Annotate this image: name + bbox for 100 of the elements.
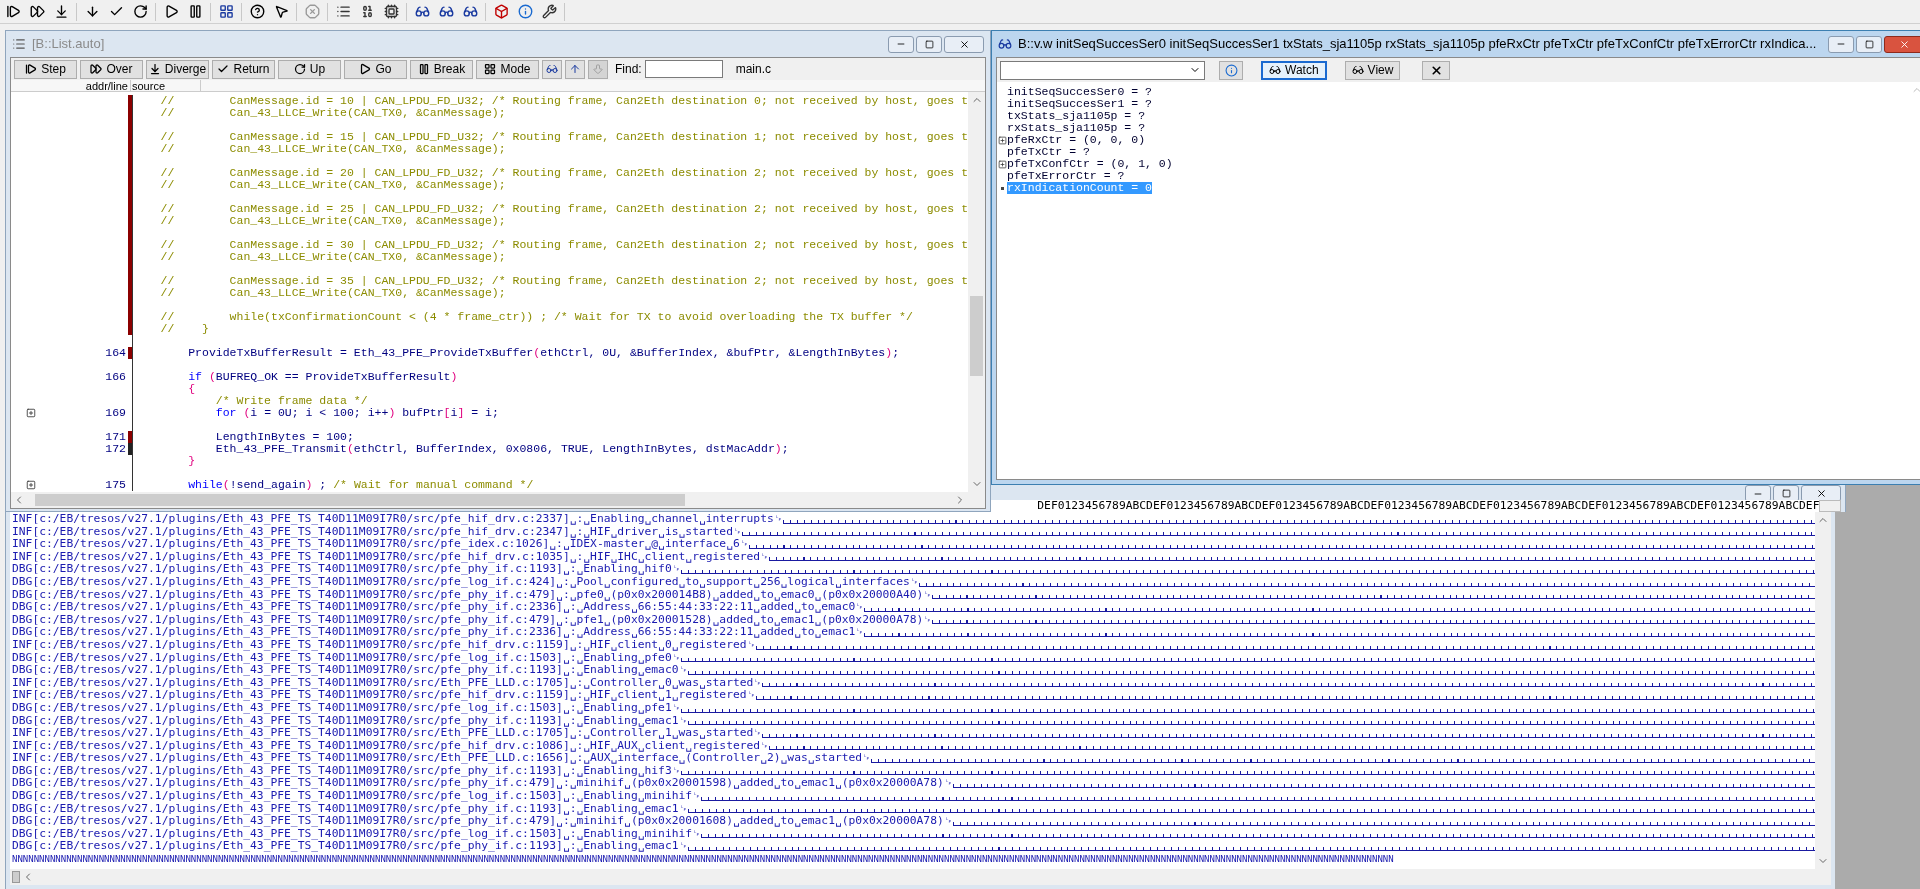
log-line: DBG[c:/EB/tresos/v27.1/plugins/Eth_43_PFE_TS_T40D11M09I7R0/src/pfe_phy_if.c:1193]␣:␣Enabling␣hif0␊ [12, 563, 681, 576]
watch-variable[interactable]: initSeqSuccesSer0 = ? [1007, 86, 1152, 98]
watch-variable[interactable]: pfeTxCtr = ? [1007, 146, 1090, 158]
delete-button[interactable] [1422, 60, 1451, 80]
watch-variable[interactable]: pfeTxErrorCtr = ? [1007, 170, 1125, 182]
code-line: // Can_43_LLCE_Write(CAN_TX0, &CanMessage); [159, 107, 506, 119]
delete-icon [1429, 63, 1443, 77]
glasses-icon [1269, 64, 1282, 76]
stop-icon[interactable] [304, 4, 320, 19]
close-icon [958, 38, 970, 50]
window-title: B::v.w initSeqSuccesSer0 initSeqSuccesSer1 txStats_sja1105p rxStats_sja1105p pfeRxCtr pfeTxCtr pfeTxConfCtr pfeTxErrorCtr rxIndica... [1018, 35, 1817, 54]
icon-button[interactable] [565, 59, 585, 79]
info-icon[interactable] [517, 4, 533, 19]
watch-variable[interactable]: txStats_sja1105p = ? [1007, 110, 1146, 122]
play-icon[interactable] [163, 4, 179, 19]
code-line: // Can_43_LLCE_Write(CAN_TX0, &CanMessage); [159, 251, 506, 263]
toolbar-button[interactable]: View [1344, 60, 1401, 80]
line-number: 164 [105, 346, 126, 359]
glasses-icon [546, 63, 558, 75]
log-line: DBG[c:/EB/tresos/v27.1/plugins/Eth_43_PFE_TS_T40D11M09I7R0/src/pfe_phy_if.c:479]␣:␣minihif␣(p0x0x20001608)␣added␣to␣emac1␣(p0x0x20000A78)␊ [12, 815, 953, 828]
pause-icon[interactable] [187, 4, 203, 19]
wrench-icon[interactable] [541, 4, 557, 19]
code-line: { [187, 383, 196, 395]
fast-forward-icon[interactable] [29, 4, 45, 19]
grid-icon[interactable] [218, 4, 234, 19]
code-line: // Can_43_LLCE_Write(CAN_TX0, &CanMessage); [159, 179, 506, 191]
code-line: // } [159, 323, 209, 335]
log-line: DBG[c:/EB/tresos/v27.1/plugins/Eth_43_PFE_TS_T40D11M09I7R0/src/pfe_phy_if.c:2336]␣:␣Address␣66:55:44:33:22:11␣added␣to␣emac0␊ [12, 601, 865, 614]
toolbar-button[interactable]: Go [344, 59, 407, 79]
scroll-thumb[interactable] [970, 296, 984, 376]
horizontal-scrollbar[interactable] [10, 869, 1831, 885]
line-number: 175 [105, 478, 126, 491]
cube-icon[interactable] [493, 4, 509, 19]
window-icon [12, 37, 26, 51]
list-icon[interactable] [335, 4, 351, 19]
expand-icon[interactable] [997, 159, 1007, 169]
toolbar-button[interactable]: Up [278, 59, 341, 79]
log-line: DBG[c:/EB/tresos/v27.1/plugins/Eth_43_PFE_TS_T40D11M09I7R0/src/pfe_log_if.c:424]␣:␣Pool␣configured␣to␣support␣256␣logical␣interfaces␊ [12, 575, 919, 588]
glasses-icon[interactable] [438, 4, 454, 19]
toolbar-button[interactable]: Mode [476, 59, 539, 79]
scroll-thumb[interactable] [35, 494, 685, 506]
code-line: } [187, 455, 196, 467]
expression-dropdown[interactable] [1000, 60, 1206, 80]
code-line: ProvideTxBufferResult = Eth_43_PFE_ProvideTxBuffer(ethCtrl, 0U, &BufferIndex, &bufPtr, &LengthInBytes); [187, 347, 900, 359]
log-line: INF[c:/EB/tresos/v27.1/plugins/Eth_43_PFE_TS_T40D11M09I7R0/src/pfe_hif_drv.c:2347]␣:␣HIF␣driver␣is␣started␊ [12, 525, 742, 538]
expand-icon[interactable] [997, 135, 1007, 145]
minimize-button[interactable] [1745, 485, 1772, 502]
toolbar-button[interactable]: Over [80, 59, 143, 79]
log-line: DBG[c:/EB/tresos/v27.1/plugins/Eth_43_PFE_TS_T40D11M09I7R0/src/pfe_phy_if.c:1193]␣:␣Enabling␣emac1␊ [12, 714, 688, 727]
chip-icon[interactable] [383, 4, 399, 19]
expand-icon[interactable] [26, 408, 36, 418]
line-number: 166 [105, 370, 126, 383]
watch-variable[interactable]: pfeRxCtr = (0, 0, 0) [1007, 134, 1146, 146]
toolbar-button[interactable]: Watch [1261, 60, 1327, 80]
expand-icon[interactable] [26, 480, 36, 490]
scroll-thumb[interactable] [12, 871, 20, 883]
vertical-scrollbar[interactable] [968, 92, 986, 492]
log-line: INF[c:/EB/tresos/v27.1/plugins/Eth_43_PFE_TS_T40D11M09I7R0/src/Eth_PFE_LLD.c:1705]␣:␣Controller␣1␣was␣started␊ [12, 727, 763, 740]
column-header[interactable]: addr/line [11, 80, 131, 91]
rotate-icon [293, 63, 306, 75]
maximize-button[interactable] [1773, 485, 1800, 502]
glasses-icon [1351, 64, 1364, 76]
pointer-icon[interactable] [273, 4, 289, 19]
watch-variable[interactable]: initSeqSuccesSer1 = ? [1007, 98, 1152, 110]
code-line: // CanMessage.id = 15 | CAN_LPDU_FD_U32; /* Routing frame, Can2Eth destination 1; not received by host, goes t [159, 131, 969, 143]
icon-button[interactable] [542, 59, 562, 79]
info-button[interactable] [1219, 60, 1244, 80]
close-button[interactable] [1801, 485, 1842, 502]
arrow-down-to-line-icon [148, 63, 161, 75]
arrow-down-icon[interactable] [84, 4, 100, 19]
rotate-icon[interactable] [132, 4, 148, 19]
log-line: DBG[c:/EB/tresos/v27.1/plugins/Eth_43_PFE_TS_T40D11M09I7R0/src/pfe_phy_if.c:1193]␣:␣Enabling␣emac1␊ [12, 802, 688, 815]
log-line: DBG[c:/EB/tresos/v27.1/plugins/Eth_43_PFE_TS_T40D11M09I7R0/src/pfe_log_if.c:1503]␣:␣Enabling␣minihif␊ [12, 827, 702, 840]
find-field[interactable] [644, 60, 723, 78]
log-line: DBG[c:/EB/tresos/v27.1/plugins/Eth_43_PFE_TS_T40D11M09I7R0/src/pfe_phy_if.c:1193]␣:␣Enabling␣emac0␊ [12, 664, 688, 677]
watch-variable[interactable]: pfeTxConfCtr = (0, 1, 0) [1007, 158, 1173, 170]
glasses-icon[interactable] [462, 4, 478, 19]
find-label: Find: [615, 61, 642, 78]
step-forward-icon[interactable] [5, 4, 21, 19]
log-line: DBG[c:/EB/tresos/v27.1/plugins/Eth_43_PFE_TS_T40D11M09I7R0/src/pfe_phy_if.c:1193]␣:␣Enabling␣emac1␊ [12, 840, 688, 854]
window-icon [998, 37, 1013, 51]
log-line: DBG[c:/EB/tresos/v27.1/plugins/Eth_43_PFE_TS_T40D11M09I7R0/src/pfe_log_if.c:1503]␣:␣Enabling␣pfe1␊ [12, 701, 681, 714]
toolbar-button[interactable]: Step [14, 59, 77, 79]
log-line: INF[c:/EB/tresos/v27.1/plugins/Eth_43_PFE_TS_T40D11M09I7R0/src/Eth_PFE_LLD.c:1656]␣:␣AUX␣interface␣(Controller␣2)␣was␣started␊ [12, 752, 872, 765]
scroll-corner [1819, 500, 1842, 512]
toolbar-button[interactable]: Break [410, 59, 473, 79]
horizontal-scrollbar[interactable] [11, 492, 986, 508]
toolbar-button[interactable]: Diverge [146, 59, 209, 79]
watch-variable[interactable]: rxStats_sja1105p = ? [1007, 122, 1146, 134]
toolbar-button[interactable]: Return [212, 59, 275, 79]
help-icon[interactable] [249, 4, 265, 19]
line-number: 169 [105, 406, 126, 419]
log-line: DBG[c:/EB/tresos/v27.1/plugins/Eth_43_PFE_TS_T40D11M09I7R0/src/pfe_phy_if.c:1193]␣:␣Enabling␣hif3␊ [12, 764, 681, 777]
column-header[interactable]: source [131, 80, 201, 91]
glasses-icon[interactable] [414, 4, 430, 19]
code-line: // while(txConfirmationCount < (4 * frame_ctr)) ; /* Wait for TX to avoid overloading the TX buffer */ [159, 311, 913, 323]
log-line: DBG[c:/EB/tresos/v27.1/plugins/Eth_43_PFE_TS_T40D11M09I7R0/src/pfe_phy_if.c:479]␣:␣pfe0␣(p0x0x200014B8)␣added␣to␣emac0␣(p0x0x20000A40)␊ [12, 588, 933, 601]
code-line: for (i = 0U; i < 100; i++) bufPtr[i] = i; [214, 407, 499, 419]
code-line: // CanMessage.id = 35 | CAN_LPDU_FD_U32; /* Routing frame, Can2Eth destination 2; not received by host, goes t [159, 275, 969, 287]
code-line: // CanMessage.id = 25 | CAN_LPDU_FD_U32; /* Routing frame, Can2Eth destination 2; not received by host, goes t [159, 203, 969, 215]
